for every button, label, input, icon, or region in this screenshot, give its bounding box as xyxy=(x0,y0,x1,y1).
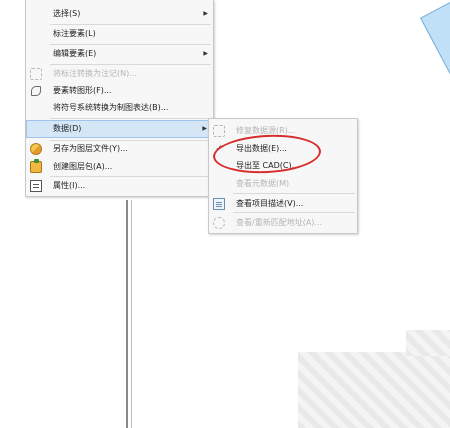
menu-item-view-item-description[interactable]: 查看项目描述(V)... xyxy=(209,195,357,213)
layer-context-menu: 选择(S) ▶ 标注要素(L) 编辑要素(E) ▶ 将标注转换为注记(N)...… xyxy=(25,0,214,197)
menu-item-label: 选择(S) xyxy=(53,9,81,18)
convert-annotation-icon xyxy=(30,68,42,80)
menu-item-view-metadata[interactable]: 查看元数据(M) xyxy=(209,175,357,193)
menu-item-label: 将符号系统转换为制图表达(B)... xyxy=(53,103,169,112)
menu-separator xyxy=(233,212,355,213)
submenu-arrow-icon: ▶ xyxy=(203,50,208,57)
menu-item-label: 编辑要素(E) xyxy=(53,49,97,58)
menu-item-label: 将标注转换为注记(N)... xyxy=(53,69,137,78)
menu-separator xyxy=(233,193,355,194)
menu-item-label: 修复数据源(R)... xyxy=(236,126,296,135)
menu-item-select[interactable]: 选择(S) ▶ xyxy=(26,5,213,23)
menu-item-label: 另存为图层文件(Y)... xyxy=(53,144,128,153)
menu-item-edit-features[interactable]: 编辑要素(E) ▶ xyxy=(26,45,213,63)
menu-item-properties[interactable]: 属性(I)... xyxy=(26,177,213,195)
submenu-arrow-icon: ▶ xyxy=(203,10,208,17)
menu-item-label: 查看/重新匹配地址(A)... xyxy=(236,218,323,227)
map-hatched-area-small xyxy=(406,330,450,356)
menu-item-label-features[interactable]: 标注要素(L) xyxy=(26,25,213,43)
map-polygon-feature xyxy=(420,0,450,101)
canvas-line-shadow xyxy=(131,200,132,428)
menu-item-label: 数据(D) xyxy=(53,124,82,133)
features-to-graphics-icon xyxy=(30,85,42,97)
menu-item-convert-labels-to-annotation[interactable]: 将标注转换为注记(N)... xyxy=(26,65,213,83)
submenu-arrow-icon: ▶ xyxy=(202,125,207,132)
menu-item-view-rematch-addresses[interactable]: 查看/重新匹配地址(A)... xyxy=(209,214,357,232)
canvas-line xyxy=(126,200,128,428)
menu-item-label: 标注要素(L) xyxy=(53,29,96,38)
properties-icon xyxy=(30,180,42,192)
menu-item-convert-symbology[interactable]: 将符号系统转换为制图表达(B)... xyxy=(26,99,213,117)
layer-file-icon xyxy=(30,143,42,155)
menu-item-label: 查看项目描述(V)... xyxy=(236,199,304,208)
layer-package-icon xyxy=(30,159,42,173)
menu-item-label: 属性(I)... xyxy=(53,181,86,190)
menu-item-label: 查看元数据(M) xyxy=(236,179,290,188)
menu-item-data[interactable]: 数据(D) ▶ xyxy=(26,120,213,138)
menu-separator xyxy=(50,118,211,119)
map-hatched-area xyxy=(298,352,450,428)
menu-item-features-to-graphics[interactable]: 要素转图形(F)... xyxy=(26,82,213,100)
menu-item-create-layer-package[interactable]: 创建图层包(A)... xyxy=(26,158,213,176)
menu-item-label: 要素转图形(F)... xyxy=(53,86,112,95)
rematch-addresses-icon xyxy=(213,217,225,229)
repair-data-source-icon xyxy=(213,125,225,137)
menu-item-save-layer-file[interactable]: 另存为图层文件(Y)... xyxy=(26,140,213,158)
item-description-icon xyxy=(213,198,225,210)
menu-item-label: 创建图层包(A)... xyxy=(53,162,113,171)
